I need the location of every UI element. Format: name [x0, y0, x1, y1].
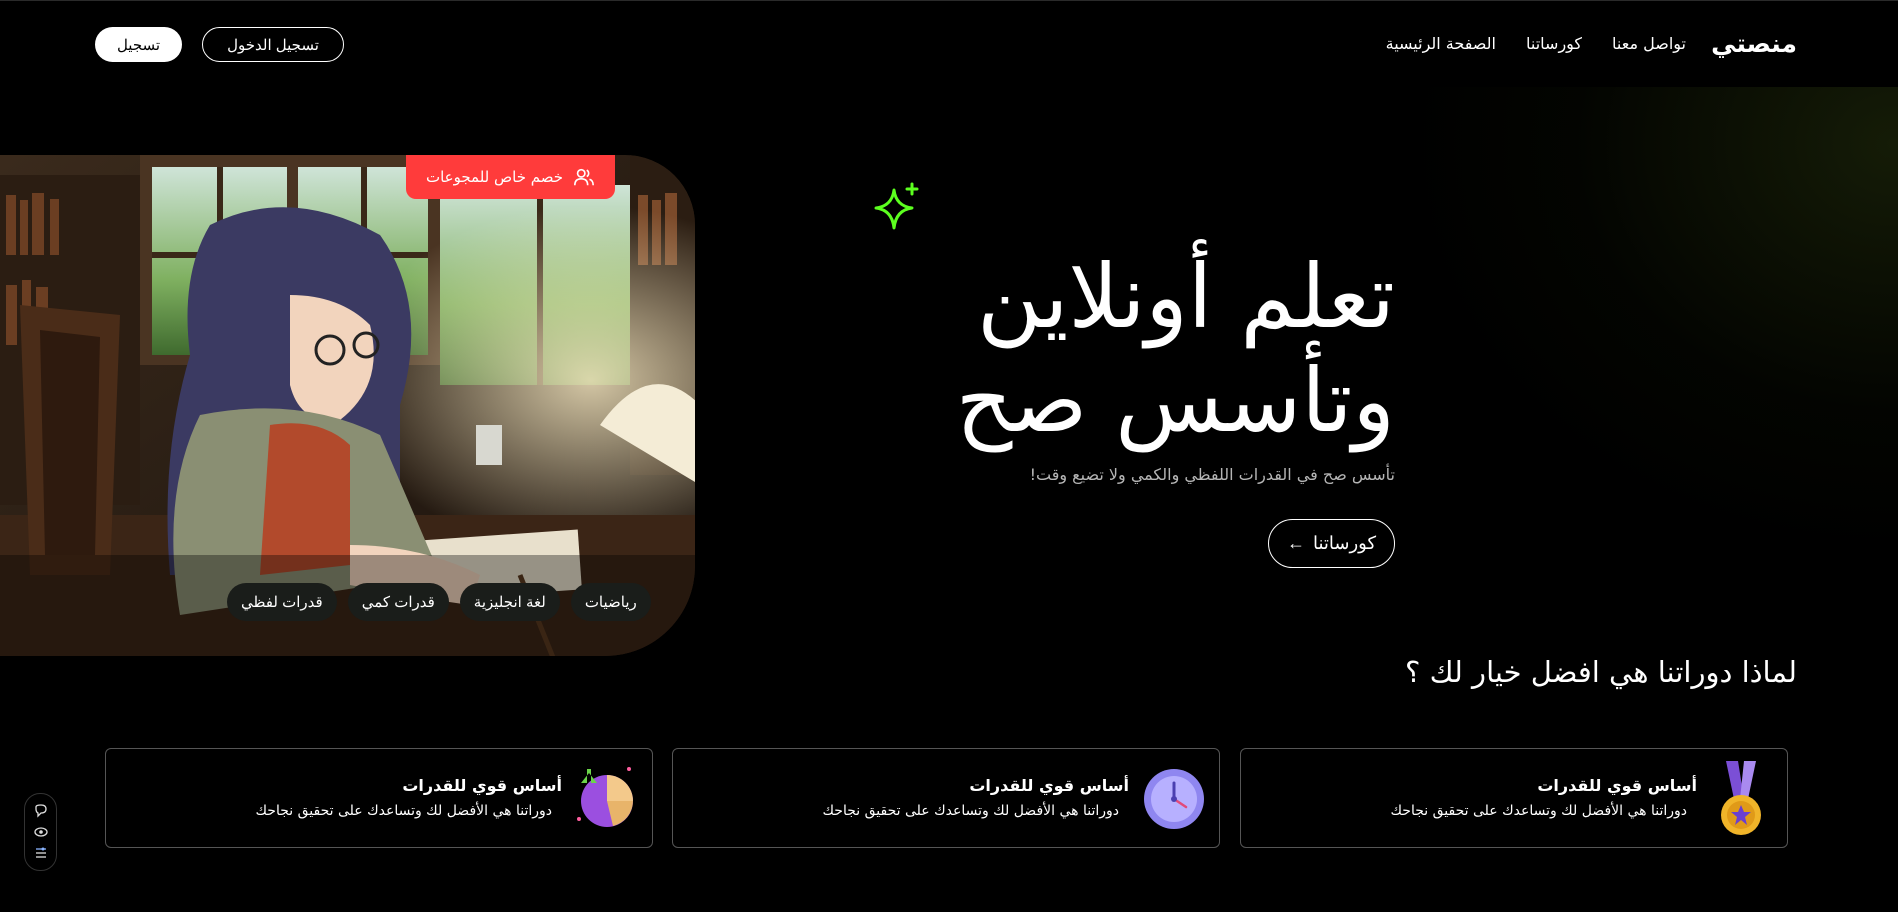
- medal-icon: [1721, 761, 1761, 835]
- site-header: منصتي الصفحة الرئيسية كورساتنا تواصل معن…: [0, 0, 1898, 87]
- nav-home[interactable]: الصفحة الرئيسية: [1386, 34, 1496, 53]
- login-button[interactable]: تسجيل الدخول: [202, 27, 344, 62]
- card-description: دوراتنا هي الأفضل لك وتساعدك على تحقيق ن…: [255, 803, 553, 819]
- courses-cta-button[interactable]: كورساتنا ←: [1268, 519, 1395, 568]
- chip-verbal[interactable]: قدرات لفظي: [227, 583, 337, 621]
- hero-illustration: [0, 155, 695, 656]
- chip-english[interactable]: لغة انجليزية: [459, 583, 560, 621]
- nav-contact[interactable]: تواصل معنا: [1612, 34, 1686, 53]
- brand-logo[interactable]: منصتي: [1711, 29, 1797, 58]
- card-description: دوراتنا هي الأفضل لك وتساعدك على تحقيق ن…: [1390, 803, 1688, 819]
- card-title: أساس قوي للقدرات: [402, 776, 562, 795]
- promo-badge-label: خصم خاص للمجوعات: [425, 168, 564, 186]
- arrow-left-icon: ←: [1286, 533, 1305, 553]
- main-nav: الصفحة الرئيسية كورساتنا تواصل معنا: [1386, 34, 1686, 53]
- background-glow: [1398, 40, 1898, 560]
- signup-button[interactable]: تسجيل: [95, 27, 182, 62]
- headline-line-1: تعلم أونلاين: [976, 245, 1395, 348]
- auth-buttons: تسجيل تسجيل الدخول: [95, 27, 344, 62]
- chip-quantitative[interactable]: قدرات كمي: [347, 583, 449, 621]
- study-scene-image: [0, 155, 695, 656]
- card-description: دوراتنا هي الأفضل لك وتساعدك على تحقيق ن…: [822, 803, 1120, 819]
- feature-card[interactable]: أساس قوي للقدرات دوراتنا هي الأفضل لك وت…: [1240, 748, 1788, 848]
- hero-headline: تعلم أونلاين وتأسس صح: [835, 245, 1395, 453]
- chip-math[interactable]: رياضيات: [570, 583, 651, 621]
- card-title: أساس قوي للقدرات: [1537, 776, 1697, 795]
- cta-label: كورساتنا: [1312, 533, 1377, 553]
- settings-sliders-icon[interactable]: [34, 846, 48, 860]
- headline-line-2: وتأسس صح: [955, 349, 1395, 452]
- landing-page: منصتي الصفحة الرئيسية كورساتنا تواصل معن…: [0, 0, 1898, 912]
- sparkle-icon: [874, 182, 919, 230]
- clock-icon: [1144, 769, 1204, 829]
- subject-chips: قدرات لفظي قدرات كمي لغة انجليزية رياضيا…: [227, 583, 651, 621]
- pie-chart-icon: [577, 767, 633, 827]
- eye-icon[interactable]: [33, 825, 48, 839]
- chat-icon[interactable]: [34, 804, 48, 818]
- hero-subtitle: تأسس صح في القدرات اللفظي والكمي ولا تضي…: [1029, 465, 1395, 484]
- group-discount-badge[interactable]: خصم خاص للمجوعات: [406, 155, 615, 199]
- why-section-title: لماذا دوراتنا هي افضل خيار لك ؟: [1404, 655, 1797, 689]
- card-title: أساس قوي للقدرات: [969, 776, 1129, 795]
- nav-courses[interactable]: كورساتنا: [1526, 34, 1582, 53]
- feature-cards: أساس قوي للقدرات دوراتنا هي الأفضل لك وت…: [105, 748, 1788, 849]
- feature-card[interactable]: أساس قوي للقدرات دوراتنا هي الأفضل لك وت…: [672, 748, 1220, 848]
- users-icon: [574, 168, 595, 186]
- feature-card[interactable]: أساس قوي للقدرات دوراتنا هي الأفضل لك وت…: [105, 748, 653, 848]
- floating-tools-widget: [24, 793, 57, 871]
